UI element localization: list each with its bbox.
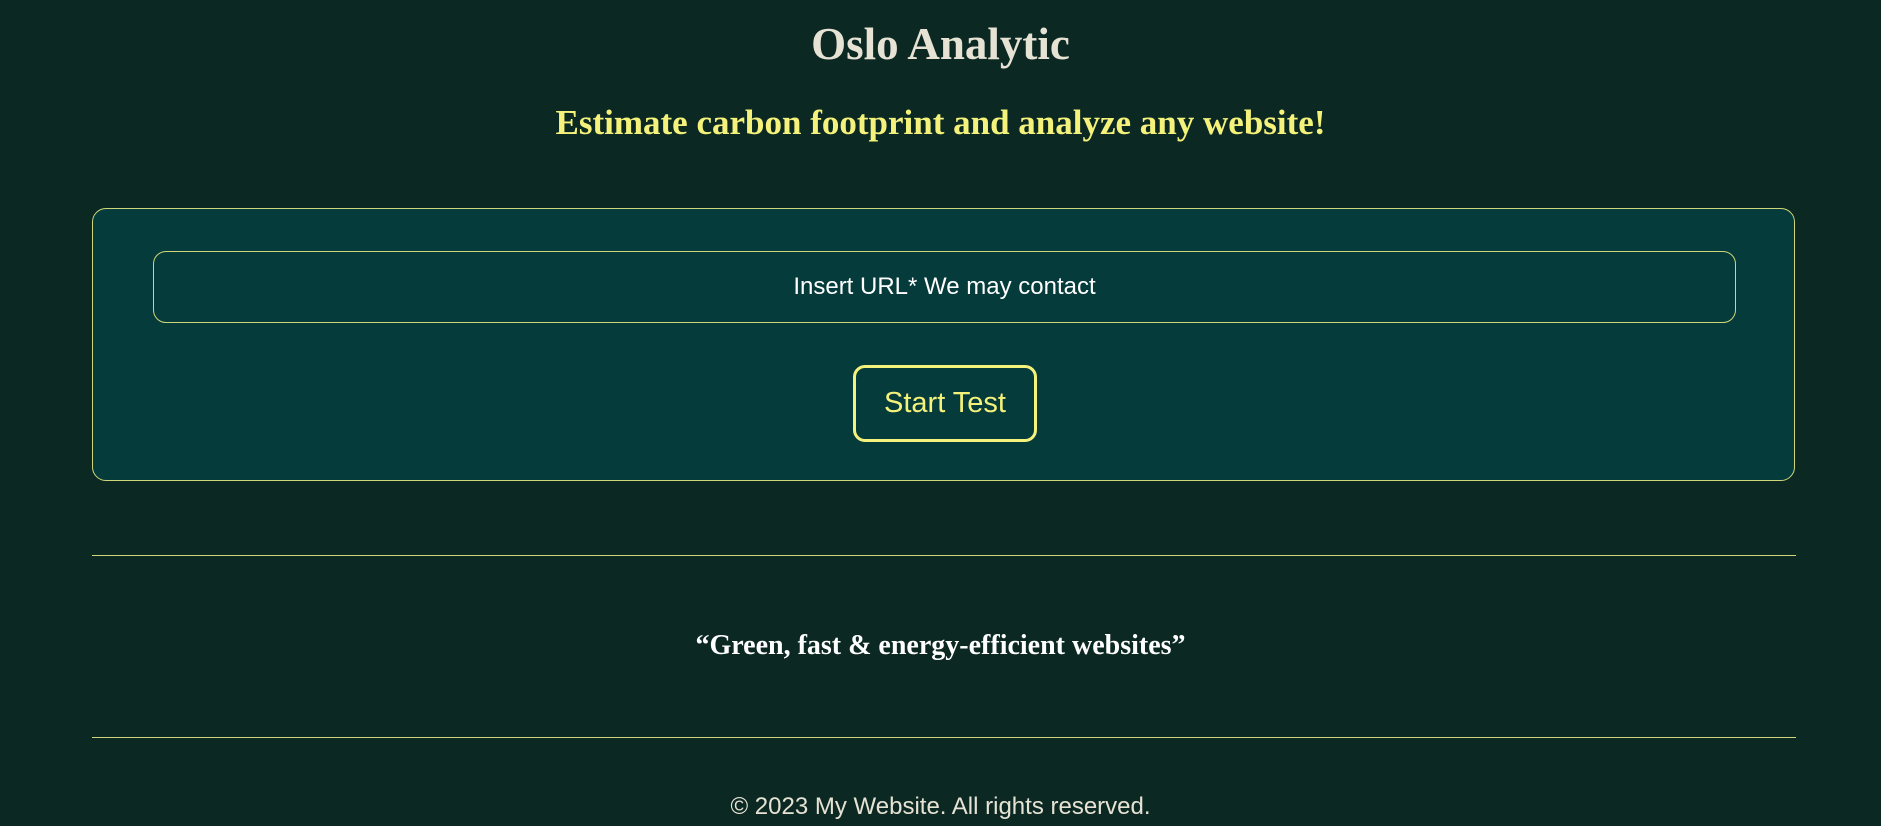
site-title: Oslo Analytic (811, 19, 1070, 69)
slogan: “Green, fast & energy-efficient websites… (695, 630, 1186, 661)
footer-copyright: © 2023 My Website. All rights reserved. (730, 793, 1151, 820)
divider-bottom (92, 737, 1796, 738)
url-input[interactable] (153, 251, 1736, 323)
tagline: Estimate carbon footprint and analyze an… (555, 103, 1326, 142)
start-test-button[interactable]: Start Test (853, 365, 1037, 442)
test-panel: Start Test (92, 208, 1795, 481)
divider-top (92, 555, 1796, 556)
